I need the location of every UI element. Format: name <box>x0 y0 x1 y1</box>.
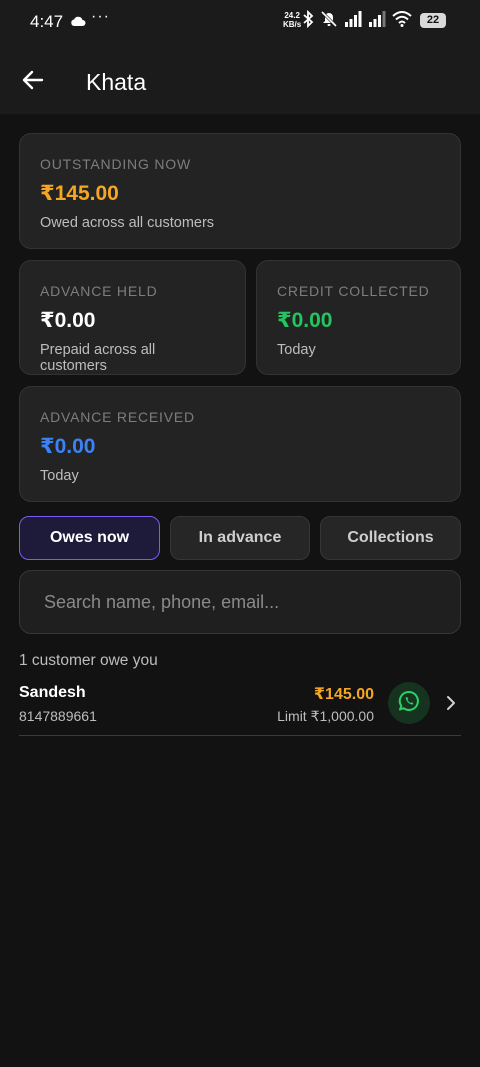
chevron-right-icon[interactable] <box>441 691 461 715</box>
signal-icon-2 <box>368 10 386 32</box>
battery-icon: 22 <box>420 13 446 28</box>
advance-held-value: ₹0.00 <box>40 309 96 332</box>
search-box <box>19 570 461 634</box>
advance-received-card: ADVANCE RECEIVED ₹0.00 Today <box>19 386 461 502</box>
credit-collected-subtext: Today <box>277 342 316 358</box>
outstanding-value: ₹145.00 <box>40 182 119 205</box>
page-title: Khata <box>86 69 147 95</box>
customer-phone: 8147889661 <box>19 708 97 724</box>
app-bar: Khata <box>0 44 480 114</box>
advance-held-label: ADVANCE HELD <box>40 283 158 299</box>
cloud-icon <box>70 14 86 32</box>
back-button[interactable] <box>16 65 50 99</box>
credit-collected-value: ₹0.00 <box>277 309 333 332</box>
advance-held-subtext: Prepaid across all customers <box>40 342 156 374</box>
advance-received-subtext: Today <box>40 468 79 484</box>
status-time: 4:47 <box>30 12 64 31</box>
customer-name: Sandesh <box>19 684 86 701</box>
credit-collected-card: CREDIT COLLECTED ₹0.00 Today <box>256 260 461 375</box>
outstanding-subtext: Owed across all customers <box>40 215 215 231</box>
outstanding-card: OUTSTANDING NOW ₹145.00 Owed across all … <box>19 133 461 249</box>
mute-icon <box>320 10 338 33</box>
whatsapp-button[interactable] <box>388 682 430 724</box>
search-input[interactable] <box>20 571 460 633</box>
more-notifications-icon: ··· <box>91 8 110 25</box>
bluetooth-icon <box>302 9 314 33</box>
arrow-left-icon <box>22 70 44 95</box>
tab-collections[interactable]: Collections <box>320 516 461 560</box>
status-icons <box>302 9 412 33</box>
list-item[interactable]: Sandesh 8147889661 ₹145.00 Limit ₹1,000.… <box>19 676 461 736</box>
wifi-icon <box>392 10 412 32</box>
credit-collected-label: CREDIT COLLECTED <box>277 283 430 299</box>
advance-held-card: ADVANCE HELD ₹0.00 Prepaid across all cu… <box>19 260 246 375</box>
whatsapp-icon <box>398 690 420 717</box>
customer-count-text: 1 customer owe you <box>19 652 158 669</box>
tab-in-advance[interactable]: In advance <box>170 516 310 560</box>
network-speed-unit: KB/s <box>283 20 302 29</box>
advance-received-value: ₹0.00 <box>40 435 96 458</box>
customer-credit-limit: Limit ₹1,000.00 <box>277 708 374 724</box>
network-speed-value: 24.2 <box>284 11 300 20</box>
signal-icon-1 <box>344 10 362 32</box>
advance-received-label: ADVANCE RECEIVED <box>40 409 195 425</box>
network-speed: 24.2 KB/s <box>283 11 301 29</box>
outstanding-label: OUTSTANDING NOW <box>40 156 191 172</box>
status-bar: 4:47 ··· 24.2 KB/s 22 <box>0 0 480 44</box>
customer-owed-amount: ₹145.00 <box>313 686 374 703</box>
tab-owes-now[interactable]: Owes now <box>19 516 160 560</box>
